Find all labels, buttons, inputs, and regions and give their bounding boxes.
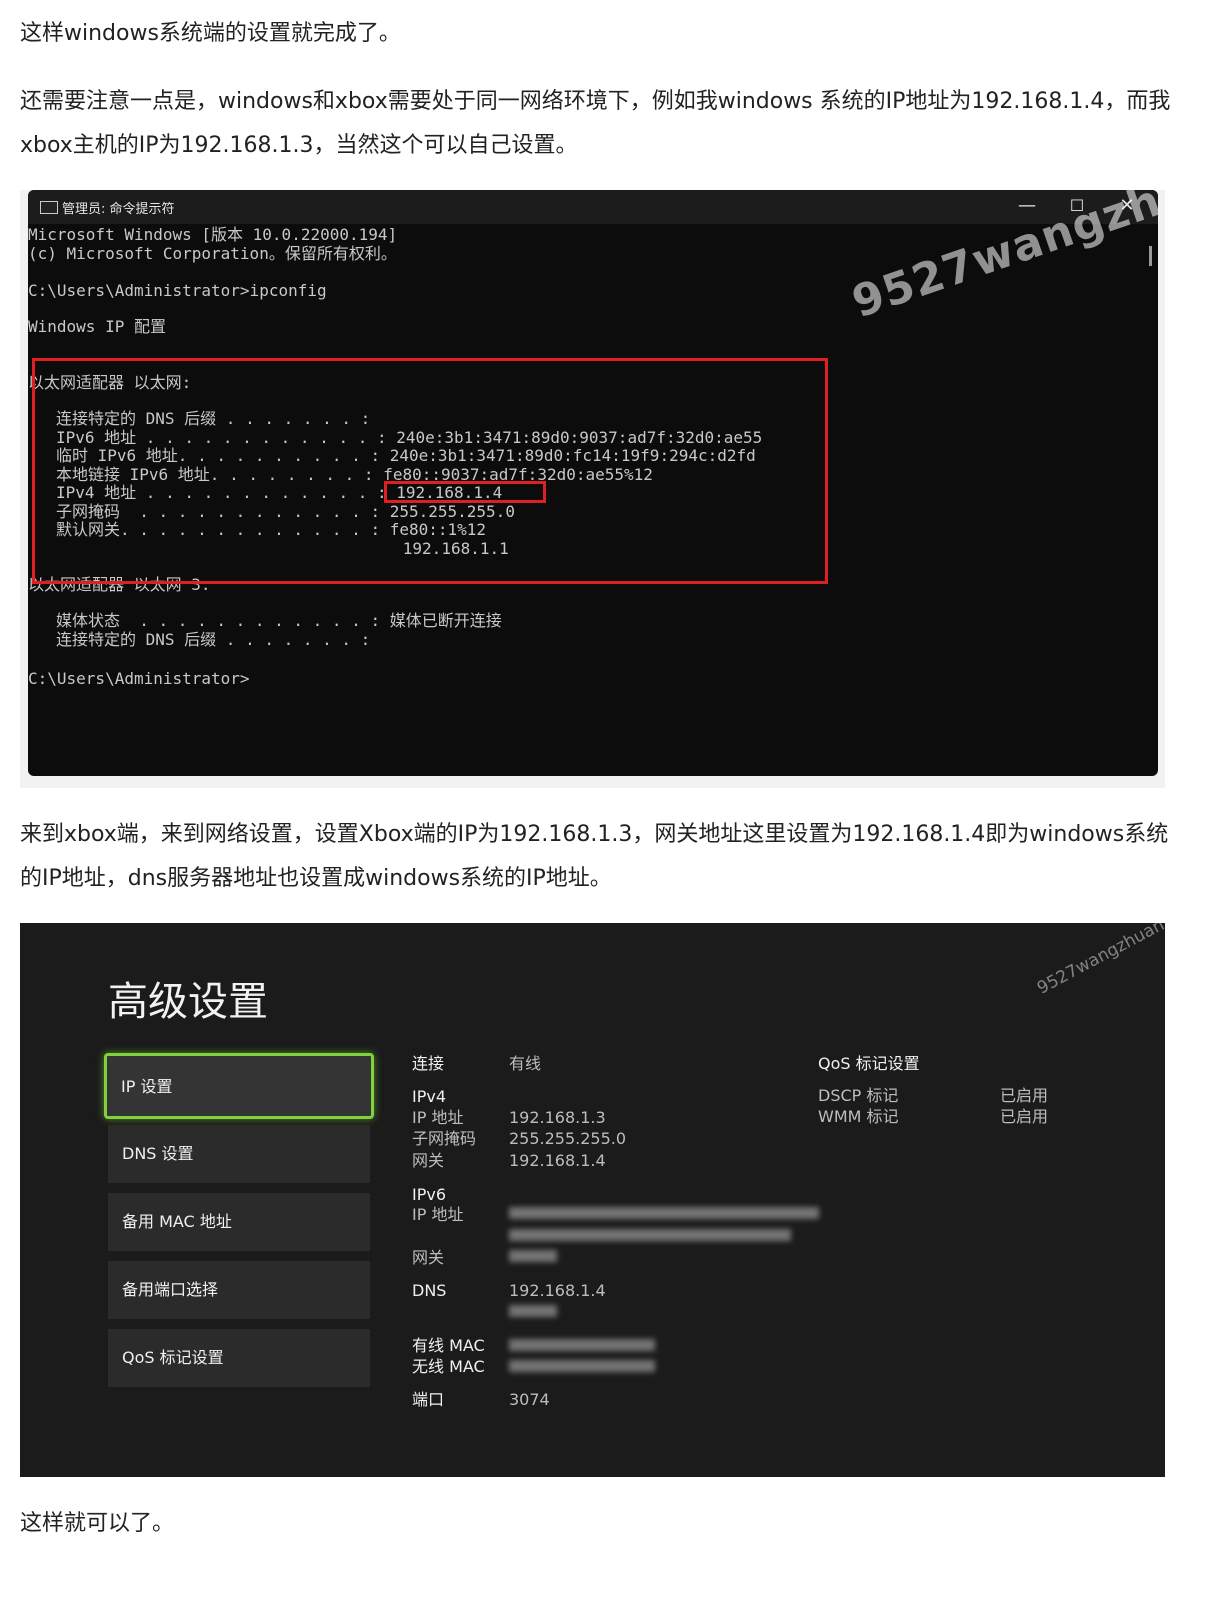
highlight-box-ipv4 <box>384 481 546 503</box>
ipv6-gateway-label: 网关 <box>412 1248 445 1267</box>
cmd-window: 管理员: 命令提示符 — ☐ ✕ Microsoft Windows [版本 1… <box>28 190 1158 776</box>
cmd-ipconfig-title: Windows IP 配置 <box>28 317 166 336</box>
blurred-dns-secondary <box>509 1305 557 1317</box>
connection-value: 有线 <box>509 1054 542 1073</box>
cmd-titlebar: 管理员: 命令提示符 — ☐ ✕ <box>28 190 1158 224</box>
terminal-icon <box>40 201 58 214</box>
cmd-prompt: C:\Users\Administrator> <box>28 669 250 688</box>
ipv4-header: IPv4 <box>412 1087 447 1106</box>
cmd-adapter-3-details: 媒体状态 . . . . . . . . . . . . : 媒体已断开连接 连… <box>56 611 502 649</box>
page-title: 高级设置 <box>108 979 268 1025</box>
ipv4-ip-label: IP 地址 <box>412 1108 464 1127</box>
cmd-window-title: 管理员: 命令提示符 <box>62 202 175 217</box>
wmm-value: 已启用 <box>1000 1107 1049 1126</box>
cmd-scrollbar[interactable] <box>1149 246 1152 266</box>
ipv6-ip-label: IP 地址 <box>412 1205 464 1224</box>
ipv4-mask-value: 255.255.255.0 <box>509 1129 627 1148</box>
blurred-wireless-mac <box>509 1360 655 1372</box>
dns-label: DNS <box>412 1281 447 1300</box>
blurred-ipv6-address <box>509 1207 819 1219</box>
connection-label: 连接 <box>412 1054 445 1073</box>
ipv4-ip-value: 192.168.1.3 <box>509 1108 606 1127</box>
blurred-ipv6-address-2 <box>509 1229 791 1241</box>
wired-mac-label: 有线 MAC <box>412 1336 485 1355</box>
menu-item-qos[interactable]: QoS 标记设置 <box>108 1329 370 1387</box>
wireless-mac-label: 无线 MAC <box>412 1357 485 1376</box>
menu-item-dns-settings[interactable]: DNS 设置 <box>108 1125 370 1183</box>
ipv4-gateway-label: 网关 <box>412 1151 445 1170</box>
port-value: 3074 <box>509 1390 550 1409</box>
dns-value: 192.168.1.4 <box>509 1281 606 1300</box>
qos-header: QoS 标记设置 <box>818 1054 920 1073</box>
paragraph-intro: 这样windows系统端的设置就完成了。 <box>20 21 401 46</box>
cmd-banner: Microsoft Windows [版本 10.0.22000.194] (c… <box>28 225 398 263</box>
port-label: 端口 <box>412 1390 445 1409</box>
highlight-box-adapter <box>32 358 828 584</box>
cmd-screenshot: 管理员: 命令提示符 — ☐ ✕ Microsoft Windows [版本 1… <box>20 190 1165 788</box>
paragraph-xbox-steps: 来到xbox端，来到网络设置，设置Xbox端的IP为192.168.1.3，网关… <box>20 822 1169 891</box>
ipv4-mask-label: 子网掩码 <box>412 1129 477 1148</box>
menu-item-alt-port[interactable]: 备用端口选择 <box>108 1261 370 1319</box>
dscp-value: 已启用 <box>1000 1086 1049 1105</box>
paragraph-done: 这样就可以了。 <box>20 1511 175 1536</box>
wmm-label: WMM 标记 <box>818 1107 899 1126</box>
paragraph-network-note: 还需要注意一点是，windows和xbox需要处于同一网络环境下，例如我wind… <box>20 89 1171 158</box>
ipv4-gateway-value: 192.168.1.4 <box>509 1151 606 1170</box>
blurred-ipv6-gateway <box>509 1250 557 1262</box>
menu-item-ip-settings[interactable]: IP 设置 <box>104 1053 374 1119</box>
watermark: 9527wangzhuan <box>1034 923 1165 999</box>
menu-item-alt-mac[interactable]: 备用 MAC 地址 <box>108 1193 370 1251</box>
blurred-wired-mac <box>509 1339 655 1351</box>
xbox-screenshot: 高级设置 9527wangzhuan IP 设置 DNS 设置 备用 MAC 地… <box>20 923 1165 1477</box>
cmd-command-line: C:\Users\Administrator>ipconfig <box>28 281 327 300</box>
dscp-label: DSCP 标记 <box>818 1086 899 1105</box>
ipv6-header: IPv6 <box>412 1185 447 1204</box>
